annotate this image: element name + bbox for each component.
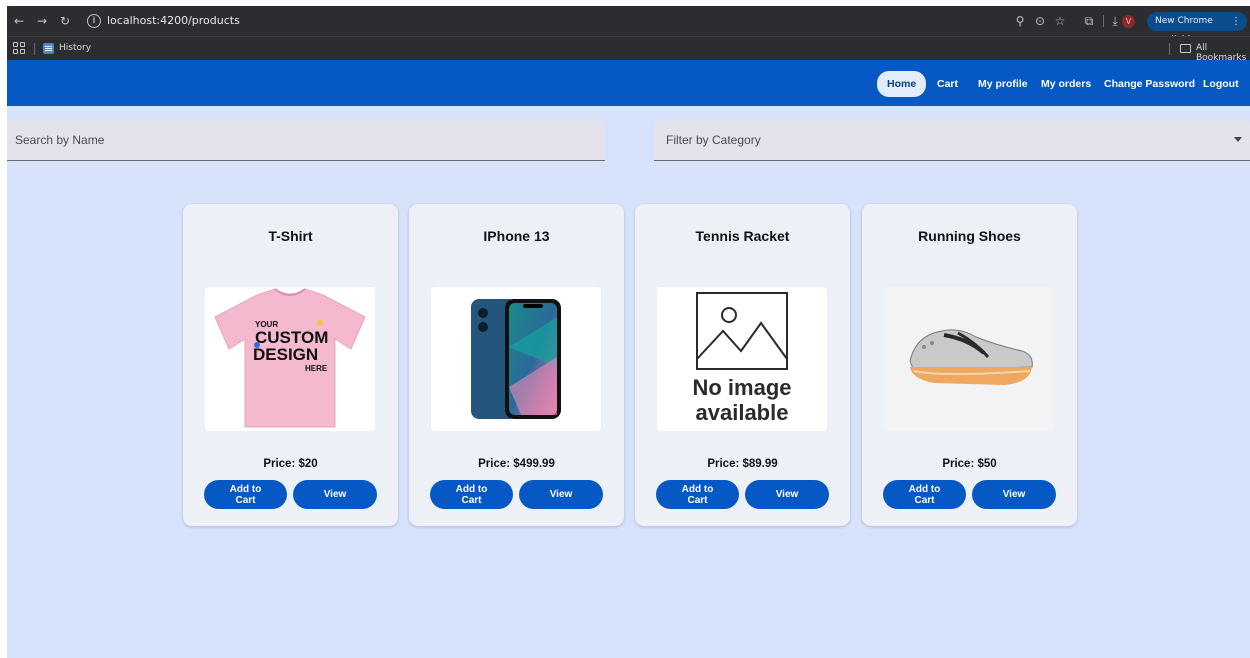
product-image [431,287,601,431]
apps-grid-icon[interactable] [13,42,25,54]
add-to-cart-button[interactable]: Add to Cart [204,480,287,509]
new-chrome-button[interactable]: New Chrome available ⋮ [1147,12,1247,45]
product-image: No image available [657,287,827,431]
history-bookmark-icon[interactable] [43,43,54,54]
add-to-cart-label: Add to Cart [681,483,714,506]
browser-window: ← → ↻ i localhost:4200/products ⚲ ⊙ ☆ ⧉ … [7,6,1250,658]
dropdown-arrow-icon[interactable] [1234,137,1242,142]
no-image-icon: No image available [692,292,792,425]
product-name: T-Shirt [268,228,313,244]
view-label: View [549,489,573,500]
bookmarks-bar: History All Bookmarks [7,36,1250,63]
nav-logout[interactable]: Logout [1203,73,1239,95]
view-button[interactable]: View [519,480,603,509]
bookmark-star-icon[interactable]: ☆ [1052,13,1068,29]
product-price: Price: $20 [263,458,318,470]
view-button[interactable]: View [293,480,377,509]
bookmarks-separator-right [1169,43,1170,55]
bookmarks-separator [34,43,35,55]
nav-change-password[interactable]: Change Password [1104,73,1195,95]
nav-my-orders[interactable]: My orders [1041,73,1091,95]
zoom-icon[interactable]: ⚲ [1012,13,1028,29]
forward-icon[interactable]: → [34,13,50,29]
search-input[interactable]: Search by Name [7,120,605,161]
product-price: Price: $499.99 [478,458,555,470]
menu-dots-icon[interactable]: ⋮ [1231,12,1241,31]
product-name: Running Shoes [918,228,1021,244]
folder-icon[interactable] [1180,44,1191,53]
add-to-cart-label: Add to Cart [229,483,262,506]
product-image: YOUR CUSTOM DESIGN HERE [205,287,375,431]
location-icon[interactable]: ⊙ [1032,13,1048,29]
add-to-cart-button[interactable]: Add to Cart [656,480,739,509]
view-label: View [775,489,799,500]
category-placeholder: Filter by Category [666,133,761,147]
app-header: Home Cart My profile My orders Change Pa… [7,60,1250,106]
product-card: IPhone 13 Price: $499.99 Add to Cart Vie… [409,204,624,526]
nav-home[interactable]: Home [877,71,927,97]
add-to-cart-button[interactable]: Add to Cart [883,480,966,509]
svg-text:available: available [696,400,789,425]
search-placeholder: Search by Name [15,133,105,147]
extensions-icon[interactable]: ⧉ [1081,13,1097,29]
browser-toolbar: ← → ↻ i localhost:4200/products ⚲ ⊙ ☆ ⧉ … [7,6,1250,45]
toolbar-separator [1103,15,1104,27]
profile-avatar[interactable]: V [1122,15,1135,28]
svg-text:No image: No image [692,375,791,400]
site-info-icon[interactable]: i [87,14,101,28]
product-image [884,287,1054,431]
product-name: Tennis Racket [695,228,790,244]
svg-text:HERE: HERE [305,364,328,373]
view-button[interactable]: View [745,480,829,509]
add-to-cart-button[interactable]: Add to Cart [430,480,513,509]
address-bar[interactable]: i localhost:4200/products [83,11,1083,31]
product-card: Tennis Racket No image available Price: … [635,204,850,526]
history-bookmark[interactable]: History [59,43,91,53]
nav-my-profile[interactable]: My profile [978,73,1028,95]
category-select[interactable]: Filter by Category [654,120,1250,161]
back-icon[interactable]: ← [11,13,27,29]
product-price: Price: $50 [942,458,997,470]
add-to-cart-label: Add to Cart [908,483,941,506]
view-label: View [1002,489,1026,500]
product-price: Price: $89.99 [707,458,778,470]
add-to-cart-label: Add to Cart [455,483,488,506]
reload-icon[interactable]: ↻ [57,13,73,29]
view-label: View [323,489,347,500]
address-url[interactable]: localhost:4200/products [107,14,240,27]
tshirt-image: YOUR CUSTOM DESIGN HERE [214,288,366,428]
view-button[interactable]: View [972,480,1056,509]
product-card: T-Shirt YOUR CUSTOM DESIGN HERE Price: $… [183,204,398,526]
download-icon[interactable]: ⤓ [1107,13,1123,29]
shoe-image [909,329,1033,385]
nav-cart[interactable]: Cart [937,73,958,95]
product-name: IPhone 13 [483,228,550,244]
phone-image [471,299,561,419]
svg-text:DESIGN: DESIGN [253,345,318,364]
product-card: Running Shoes Price: $50 Add to Cart Vie… [862,204,1077,526]
